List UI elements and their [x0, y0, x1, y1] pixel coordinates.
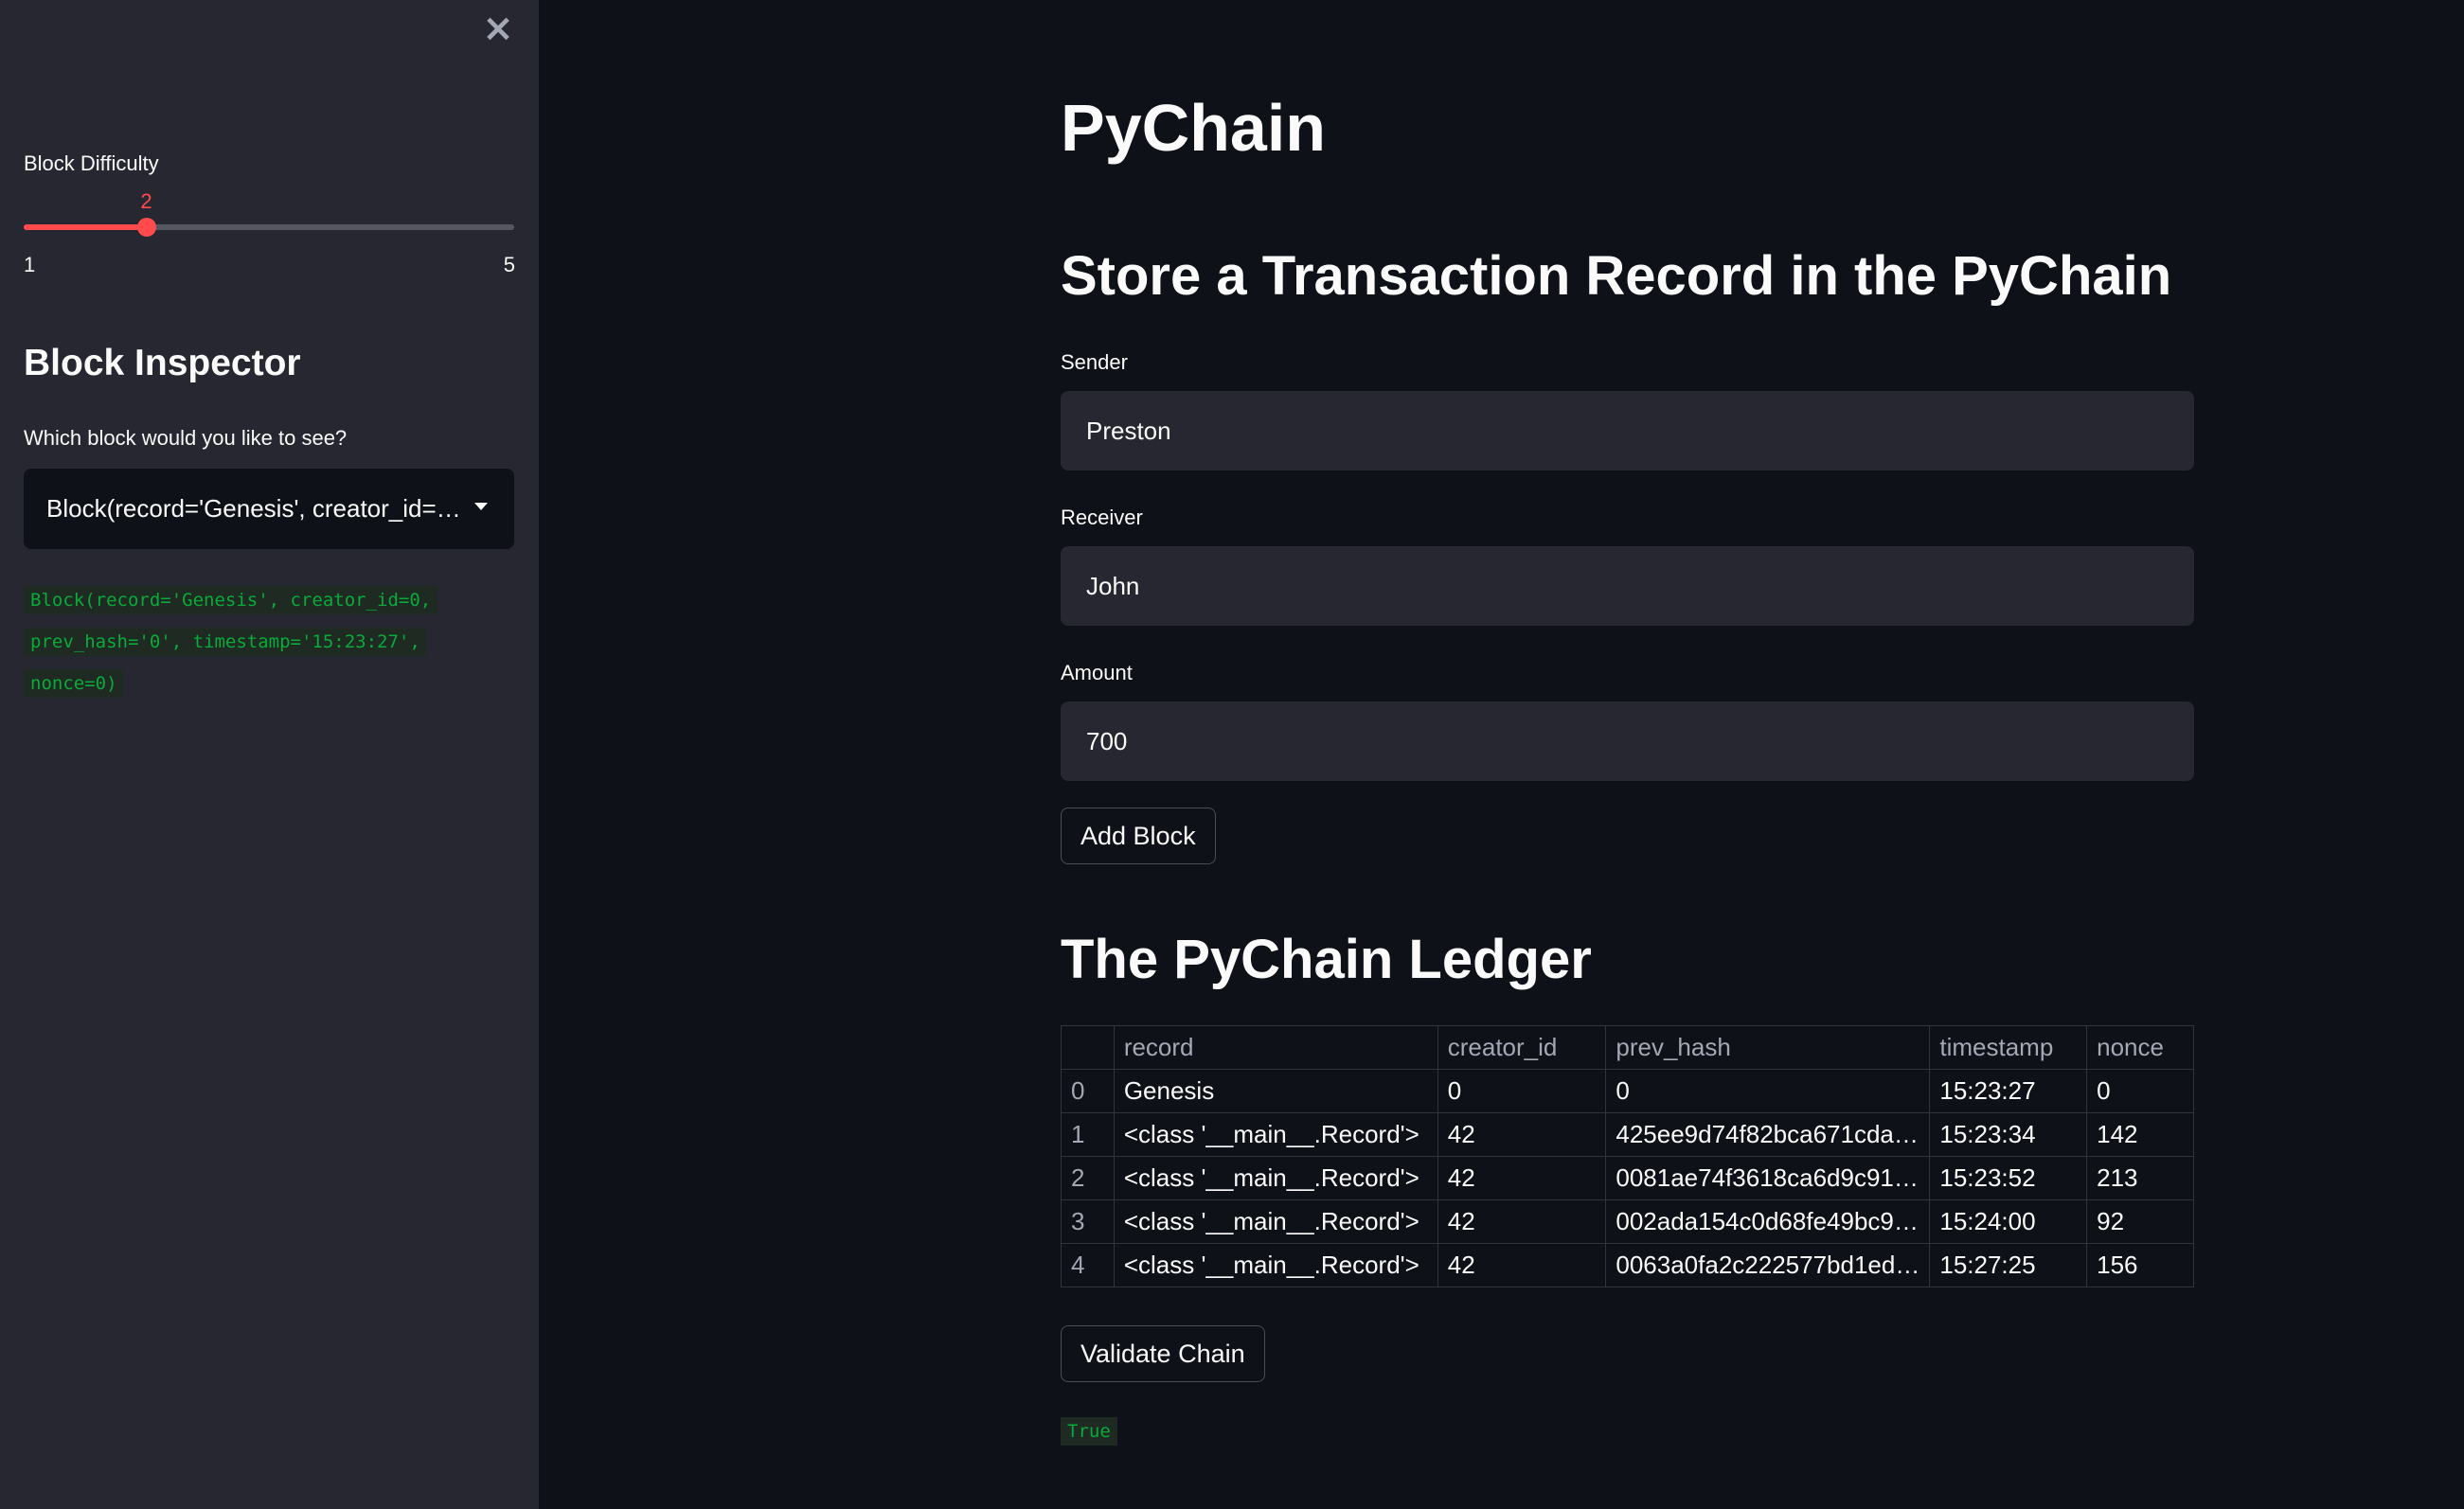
slider-min-label: 1: [24, 253, 36, 276]
cell-creator-id: 0: [1437, 1069, 1607, 1113]
column-header-timestamp[interactable]: timestamp: [1929, 1025, 2088, 1070]
table-row: 4 <class '__main__.Record'> 42 0063a0fa2…: [1061, 1243, 2194, 1287]
cell-nonce: 156: [2086, 1243, 2194, 1287]
chevron-down-icon[interactable]: [474, 503, 488, 510]
store-transaction-heading: Store a Transaction Record in the PyChai…: [1061, 245, 2172, 307]
column-header-nonce[interactable]: nonce: [2086, 1025, 2194, 1070]
cell-nonce: 92: [2086, 1199, 2194, 1244]
cell-creator-id: 42: [1437, 1243, 1607, 1287]
amount-input[interactable]: [1061, 701, 2194, 781]
cell-timestamp: 15:23:52: [1929, 1156, 2088, 1200]
block-inspector-heading: Block Inspector: [24, 343, 301, 383]
block-output-line: nonce=0): [24, 669, 124, 698]
close-icon[interactable]: ×: [481, 9, 515, 47]
cell-nonce: 0: [2086, 1069, 2194, 1113]
sender-label: Sender: [1061, 350, 1128, 374]
ledger-heading: The PyChain Ledger: [1061, 929, 1592, 990]
cell-prev-hash: 0081ae74f3618ca6d9c91…: [1605, 1156, 1931, 1200]
sidebar: × Block Difficulty 2 1 5 Block Inspector…: [0, 0, 539, 1509]
table-row: 1 <class '__main__.Record'> 42 425ee9d74…: [1061, 1112, 2194, 1157]
cell-nonce: 213: [2086, 1156, 2194, 1200]
table-row: 3 <class '__main__.Record'> 42 002ada154…: [1061, 1199, 2194, 1244]
block-select-label: Which block would you like to see?: [24, 426, 348, 450]
table-row: 0 Genesis 0 0 15:23:27 0: [1061, 1069, 2194, 1113]
cell-record: <class '__main__.Record'>: [1113, 1112, 1438, 1157]
cell-record: <class '__main__.Record'>: [1113, 1243, 1438, 1287]
cell-record: Genesis: [1113, 1069, 1438, 1113]
cell-timestamp: 15:23:27: [1929, 1069, 2088, 1113]
cell-creator-id: 42: [1437, 1199, 1607, 1244]
slider-thumb[interactable]: [136, 218, 156, 237]
block-select[interactable]: Block(record='Genesis', creator_id=0, pr…: [24, 469, 514, 549]
column-header-creator-id[interactable]: creator_id: [1437, 1025, 1607, 1070]
row-index: 2: [1061, 1156, 1115, 1200]
row-index: 3: [1061, 1199, 1115, 1244]
page-title: PyChain: [1061, 91, 1327, 165]
table-row: 2 <class '__main__.Record'> 42 0081ae74f…: [1061, 1156, 2194, 1200]
cell-creator-id: 42: [1437, 1112, 1607, 1157]
cell-record: <class '__main__.Record'>: [1113, 1199, 1438, 1244]
cell-nonce: 142: [2086, 1112, 2194, 1157]
block-select-value: Block(record='Genesis', creator_id=0, pr…: [46, 494, 463, 523]
column-header-prev-hash[interactable]: prev_hash: [1605, 1025, 1931, 1070]
slider-label: Block Difficulty: [24, 151, 159, 175]
amount-label: Amount: [1061, 661, 1133, 684]
cell-prev-hash: 0: [1605, 1069, 1931, 1113]
cell-prev-hash: 002ada154c0d68fe49bc9…: [1605, 1199, 1931, 1244]
slider-fill: [24, 224, 147, 230]
cell-prev-hash: 0063a0fa2c222577bd1ed…: [1605, 1243, 1931, 1287]
table-header-row: record creator_id prev_hash timestamp no…: [1061, 1025, 2194, 1070]
slider-value: 2: [140, 189, 152, 213]
column-header-index: [1061, 1025, 1115, 1070]
validation-result: True: [1061, 1417, 1117, 1446]
block-output: Block(record='Genesis', creator_id=0,pre…: [24, 579, 497, 704]
sender-input[interactable]: [1061, 391, 2194, 470]
block-output-line: Block(record='Genesis', creator_id=0,: [24, 586, 438, 614]
cell-record: <class '__main__.Record'>: [1113, 1156, 1438, 1200]
cell-timestamp: 15:23:34: [1929, 1112, 2088, 1157]
ledger-table: record creator_id prev_hash timestamp no…: [1061, 1025, 2194, 1287]
cell-prev-hash: 425ee9d74f82bca671cda…: [1605, 1112, 1931, 1157]
cell-timestamp: 15:24:00: [1929, 1199, 2088, 1244]
row-index: 1: [1061, 1112, 1115, 1157]
column-header-record[interactable]: record: [1113, 1025, 1438, 1070]
add-block-button[interactable]: Add Block: [1061, 808, 1216, 864]
cell-creator-id: 42: [1437, 1156, 1607, 1200]
block-output-line: prev_hash='0', timestamp='15:23:27',: [24, 628, 427, 656]
row-index: 4: [1061, 1243, 1115, 1287]
cell-timestamp: 15:27:25: [1929, 1243, 2088, 1287]
receiver-label: Receiver: [1061, 506, 1143, 529]
slider-max-label: 5: [503, 253, 515, 276]
receiver-input[interactable]: [1061, 546, 2194, 626]
validate-chain-button[interactable]: Validate Chain: [1061, 1325, 1265, 1382]
row-index: 0: [1061, 1069, 1115, 1113]
